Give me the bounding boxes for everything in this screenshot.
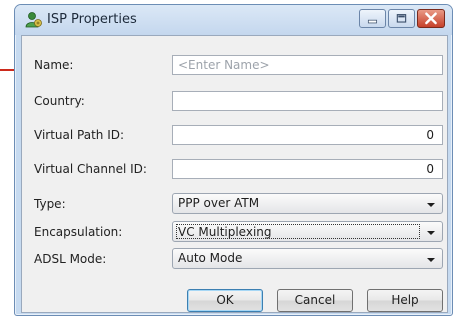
- encapsulation-label: Encapsulation:: [34, 225, 123, 239]
- isp-user-icon: [25, 12, 42, 28]
- maximize-icon: [396, 14, 407, 23]
- encapsulation-value: VC Multiplexing: [178, 225, 272, 239]
- virtual-channel-id-label: Virtual Channel ID:: [34, 162, 147, 176]
- chevron-down-icon: [427, 231, 435, 235]
- type-select[interactable]: PPP over ATM: [172, 193, 443, 214]
- name-placeholder: <Enter Name>: [178, 58, 270, 72]
- country-label: Country:: [34, 94, 85, 108]
- isp-properties-dialog: ISP Properties Name: <Enter Name> Countr…: [14, 4, 453, 316]
- encapsulation-select[interactable]: VC Multiplexing: [172, 221, 443, 242]
- help-button[interactable]: Help: [367, 289, 443, 312]
- maximize-button[interactable]: [388, 9, 415, 28]
- type-value: PPP over ATM: [178, 196, 260, 210]
- name-input[interactable]: <Enter Name>: [172, 55, 443, 75]
- window-title: ISP Properties: [47, 12, 137, 27]
- name-label: Name:: [34, 58, 74, 72]
- virtual-channel-id-input[interactable]: 0: [172, 159, 443, 179]
- close-button[interactable]: [417, 9, 445, 28]
- minimize-button[interactable]: [359, 9, 386, 28]
- virtual-path-id-label: Virtual Path ID:: [34, 128, 125, 142]
- type-label: Type:: [34, 197, 66, 211]
- virtual-path-id-input[interactable]: 0: [172, 125, 443, 145]
- red-accent-line: [0, 69, 14, 71]
- chevron-down-icon: [427, 203, 435, 207]
- ok-button[interactable]: OK: [187, 289, 263, 312]
- title-bar[interactable]: ISP Properties: [15, 5, 452, 35]
- dialog-body: Name: <Enter Name> Country: Virtual Path…: [21, 35, 448, 313]
- country-input[interactable]: [172, 91, 443, 111]
- chevron-down-icon: [427, 258, 435, 262]
- close-icon: [425, 12, 437, 25]
- minimize-icon: [367, 19, 378, 24]
- adsl-mode-label: ADSL Mode:: [34, 252, 107, 266]
- cancel-button[interactable]: Cancel: [277, 289, 353, 312]
- adsl-mode-select[interactable]: Auto Mode: [172, 248, 443, 269]
- encapsulation-focus-box: VC Multiplexing: [176, 224, 420, 239]
- adsl-mode-value: Auto Mode: [178, 251, 243, 265]
